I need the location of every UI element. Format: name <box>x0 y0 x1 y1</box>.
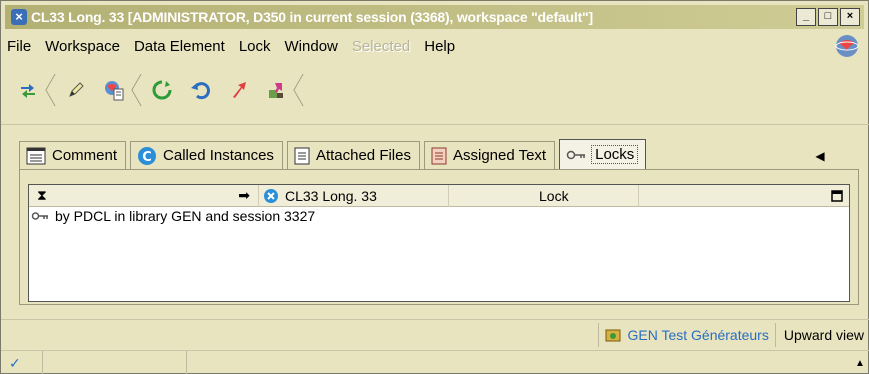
tab-attached-files-label: Attached Files <box>315 147 411 164</box>
header-filler <box>639 185 825 207</box>
tab-comment-label: Comment <box>52 147 118 164</box>
table-row[interactable]: by PDCL in library GEN and session 3327 <box>29 207 849 225</box>
tab-comment[interactable]: Comment <box>19 141 127 169</box>
undo-button[interactable] <box>181 70 219 110</box>
switch-button[interactable] <box>9 70 47 110</box>
switch-icon <box>21 84 35 98</box>
toolbar <box>9 65 305 115</box>
undo-icon <box>191 82 210 100</box>
check-icon: ✓ <box>1 351 43 374</box>
menu-bar: File Workspace Data Element Lock Window … <box>7 35 469 57</box>
instance-column-header[interactable]: CL33 Long. 33 <box>259 184 449 207</box>
toolbar-divider <box>1 124 869 125</box>
scroll-up-icon[interactable]: ▲ <box>850 358 869 369</box>
menu-data-element[interactable]: Data Element <box>134 38 225 55</box>
lock-description: by PDCL in library GEN and session 3327 <box>55 208 316 224</box>
transfer-icon <box>269 83 283 98</box>
arrow-right-icon: ➡ <box>238 187 250 203</box>
application-window: × CL33 Long. 33 [ADMINISTRATOR, D350 in … <box>0 0 869 374</box>
menu-file[interactable]: File <box>7 38 31 55</box>
locks-panel: ⧗ ➡ CL33 Long. 33 Lock by PDCL in librar… <box>19 169 859 305</box>
lock-column-header[interactable]: Lock <box>449 184 639 207</box>
menu-workspace[interactable]: Workspace <box>45 38 120 55</box>
close-button[interactable]: × <box>840 8 860 26</box>
detail-tabs: Comment C Called Instances Attached File… <box>19 139 650 169</box>
delete-circle-icon <box>264 188 278 203</box>
edit-button[interactable] <box>57 70 95 110</box>
window-title: CL33 Long. 33 [ADMINISTRATOR, D350 in cu… <box>31 9 593 25</box>
menu-lock[interactable]: Lock <box>239 38 271 55</box>
tab-called-instances[interactable]: C Called Instances <box>130 141 283 169</box>
locks-table: ⧗ ➡ CL33 Long. 33 Lock by PDCL in librar… <box>28 184 850 302</box>
key-icon <box>566 150 586 160</box>
tab-assigned-text[interactable]: Assigned Text <box>423 141 556 169</box>
tab-assigned-text-label: Assigned Text <box>452 147 547 164</box>
refresh-button[interactable] <box>143 70 181 110</box>
tab-scroll-left-icon[interactable]: ◀ <box>813 149 827 163</box>
pencil-icon <box>69 82 84 97</box>
tab-attached-files[interactable]: Attached Files <box>286 141 420 169</box>
tab-locks[interactable]: Locks <box>559 139 647 169</box>
library-icon <box>605 328 621 342</box>
instance-column-label: CL33 Long. 33 <box>285 187 377 204</box>
status-bar: ✓ ▲ <box>1 350 869 374</box>
sort-column-header[interactable]: ⧗ ➡ <box>29 184 259 207</box>
table-header: ⧗ ➡ CL33 Long. 33 Lock <box>29 184 849 207</box>
globe-logo-icon <box>835 35 859 57</box>
view-mode[interactable]: Upward view <box>776 327 869 343</box>
library-indicator[interactable]: GEN Test Générateurs <box>598 322 776 347</box>
document-globe-icon <box>105 81 124 101</box>
minimize-button[interactable]: _ <box>796 8 816 26</box>
arrow-up-icon <box>233 82 246 98</box>
called-instances-icon: C <box>137 146 157 166</box>
app-close-icon[interactable]: × <box>11 9 27 25</box>
info-bar: GEN Test Générateurs Upward view <box>1 319 869 349</box>
sort-icon[interactable]: ⧗ <box>37 187 47 204</box>
key-icon <box>31 211 49 221</box>
toolbar-separator <box>295 72 305 108</box>
menu-selected: Selected <box>351 37 411 55</box>
menu-window[interactable]: Window <box>285 38 338 55</box>
refresh-icon <box>152 80 172 100</box>
comment-icon <box>26 147 46 165</box>
maximize-table-icon[interactable] <box>825 185 849 207</box>
tab-called-instances-label: Called Instances <box>163 147 274 164</box>
assigned-text-icon <box>431 147 447 165</box>
status-field <box>43 351 187 374</box>
window-controls: _ □ × <box>796 8 860 26</box>
svg-text:C: C <box>142 150 152 165</box>
maximize-button[interactable]: □ <box>818 8 838 26</box>
toolbar-separator <box>47 72 57 108</box>
title-bar[interactable]: × CL33 Long. 33 [ADMINISTRATOR, D350 in … <box>5 5 864 29</box>
promote-button[interactable] <box>219 70 257 110</box>
menu-help[interactable]: Help <box>424 38 455 55</box>
library-label: GEN Test Générateurs <box>627 326 769 343</box>
document-globe-button[interactable] <box>95 70 133 110</box>
lock-column-label: Lock <box>539 187 569 204</box>
attached-files-icon <box>294 147 310 165</box>
tab-locks-label: Locks <box>591 145 639 164</box>
toolbar-separator <box>133 72 143 108</box>
transfer-button[interactable] <box>257 70 295 110</box>
